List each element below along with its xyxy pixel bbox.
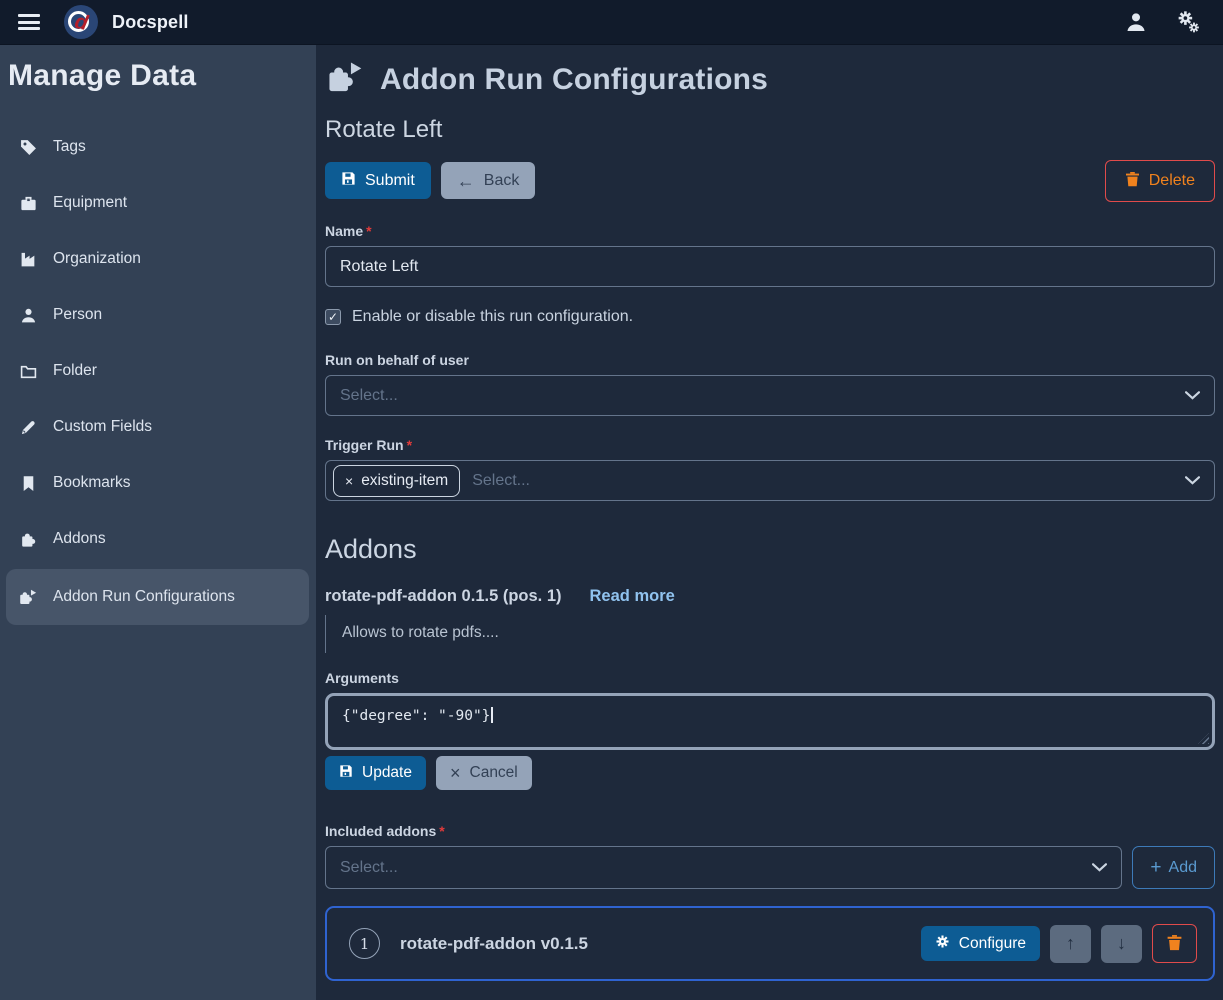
sidebar-item-organization[interactable]: Organization: [0, 231, 316, 287]
text-cursor: [491, 707, 493, 723]
sidebar-item-folder[interactable]: Folder: [0, 343, 316, 399]
sidebar-item-label: Addons: [53, 530, 106, 548]
read-more-link[interactable]: Read more: [590, 587, 675, 606]
addon-row-name: rotate-pdf-addon v0.1.5: [400, 934, 921, 954]
save-icon: [341, 171, 356, 190]
sidebar-item-addon-run-configurations[interactable]: Addon Run Configurations: [6, 569, 309, 625]
run-on-behalf-label: Run on behalf of user: [325, 352, 1215, 368]
sidebar-item-label: Person: [53, 306, 102, 324]
sidebar-item-equipment[interactable]: Equipment: [0, 175, 316, 231]
user-account-icon[interactable]: [1119, 5, 1153, 39]
tag-icon: [18, 139, 38, 156]
move-down-button[interactable]: ↓: [1101, 925, 1142, 963]
chevron-down-icon: [1185, 472, 1200, 490]
pen-icon: [18, 419, 38, 436]
enable-checkbox[interactable]: ✓: [325, 309, 341, 325]
puzzle-run-title-icon: [325, 59, 365, 100]
plus-icon: +: [1150, 857, 1161, 879]
arguments-label: Arguments: [325, 670, 1215, 686]
submit-button[interactable]: Submit: [325, 162, 431, 199]
config-name-subtitle: Rotate Left: [325, 116, 1215, 144]
sidebar-item-bookmarks[interactable]: Bookmarks: [0, 455, 316, 511]
main-content: Addon Run Configurations Rotate Left Sub…: [316, 45, 1223, 1000]
arguments-textarea[interactable]: {"degree": "-90"}: [325, 693, 1215, 750]
sidebar-nav: Tags Equipment Organization Person: [0, 119, 316, 625]
sidebar-item-label: Addon Run Configurations: [53, 588, 235, 606]
trash-icon: [1125, 171, 1140, 191]
sidebar-item-label: Equipment: [53, 194, 127, 212]
add-addon-button[interactable]: + Add: [1132, 846, 1215, 889]
remove-chip-icon[interactable]: ×: [345, 473, 353, 489]
required-asterisk: *: [407, 437, 412, 453]
name-label: Name*: [325, 223, 1215, 239]
trash-icon: [1167, 934, 1182, 954]
included-addons-label: Included addons*: [325, 823, 1215, 839]
sidebar-item-label: Folder: [53, 362, 97, 380]
sidebar-item-label: Bookmarks: [53, 474, 131, 492]
gear-icon: [935, 934, 950, 953]
close-icon: ×: [450, 764, 461, 782]
selected-trigger-chip[interactable]: × existing-item: [333, 465, 460, 497]
person-icon: [18, 307, 38, 324]
sidebar-item-label: Custom Fields: [53, 418, 152, 436]
trigger-run-select[interactable]: × existing-item Select...: [325, 460, 1215, 501]
addon-description: Allows to rotate pdfs....: [325, 615, 1215, 653]
sidebar-item-tags[interactable]: Tags: [0, 119, 316, 175]
remove-addon-button[interactable]: [1152, 924, 1197, 963]
brand-name: Docspell: [112, 12, 189, 33]
configure-button[interactable]: Configure: [921, 926, 1040, 961]
back-button[interactable]: ← Back: [441, 162, 536, 199]
addon-title: rotate-pdf-addon 0.1.5 (pos. 1): [325, 587, 562, 606]
top-navbar: d Docspell: [0, 0, 1223, 45]
sidebar-item-addons[interactable]: Addons: [0, 511, 316, 567]
sidebar-title: Manage Data: [0, 55, 316, 103]
included-addons-select[interactable]: Select...: [325, 846, 1122, 889]
admin-gears-icon[interactable]: [1171, 5, 1205, 39]
update-button[interactable]: Update: [325, 756, 426, 790]
chevron-down-icon: [1092, 859, 1107, 877]
chevron-down-icon: [1185, 387, 1200, 405]
folder-icon: [18, 363, 38, 380]
hamburger-menu-icon[interactable]: [18, 14, 40, 30]
sidebar: Manage Data Tags Equipment Organization: [0, 45, 316, 1000]
enable-checkbox-label: Enable or disable this run configuration…: [352, 308, 633, 326]
page-title: Addon Run Configurations: [380, 63, 768, 97]
puzzle-run-icon: [18, 587, 38, 607]
sidebar-item-person[interactable]: Person: [0, 287, 316, 343]
equipment-icon: [18, 195, 38, 212]
required-asterisk: *: [439, 823, 444, 839]
included-addon-row: 1 rotate-pdf-addon v0.1.5: [325, 906, 1215, 981]
run-on-behalf-select[interactable]: Select...: [325, 375, 1215, 416]
arrow-down-icon: ↓: [1117, 933, 1126, 954]
arrow-left-icon: ←: [457, 172, 475, 190]
sidebar-item-label: Organization: [53, 250, 141, 268]
name-input[interactable]: [325, 246, 1215, 287]
required-asterisk: *: [366, 223, 371, 239]
arrow-up-icon: ↑: [1066, 933, 1075, 954]
addons-section-heading: Addons: [325, 534, 1215, 565]
sidebar-item-label: Tags: [53, 138, 86, 156]
puzzle-icon: [18, 530, 38, 549]
organization-icon: [18, 251, 38, 268]
trigger-run-label: Trigger Run*: [325, 437, 1215, 453]
position-badge: 1: [349, 928, 380, 959]
move-up-button[interactable]: ↑: [1050, 925, 1091, 963]
save-icon: [339, 764, 353, 782]
delete-button[interactable]: Delete: [1105, 160, 1215, 202]
cancel-button[interactable]: × Cancel: [436, 756, 532, 790]
docspell-logo: d: [64, 5, 98, 39]
bookmark-icon: [18, 475, 38, 492]
sidebar-item-custom-fields[interactable]: Custom Fields: [0, 399, 316, 455]
check-icon: ✓: [328, 311, 338, 323]
